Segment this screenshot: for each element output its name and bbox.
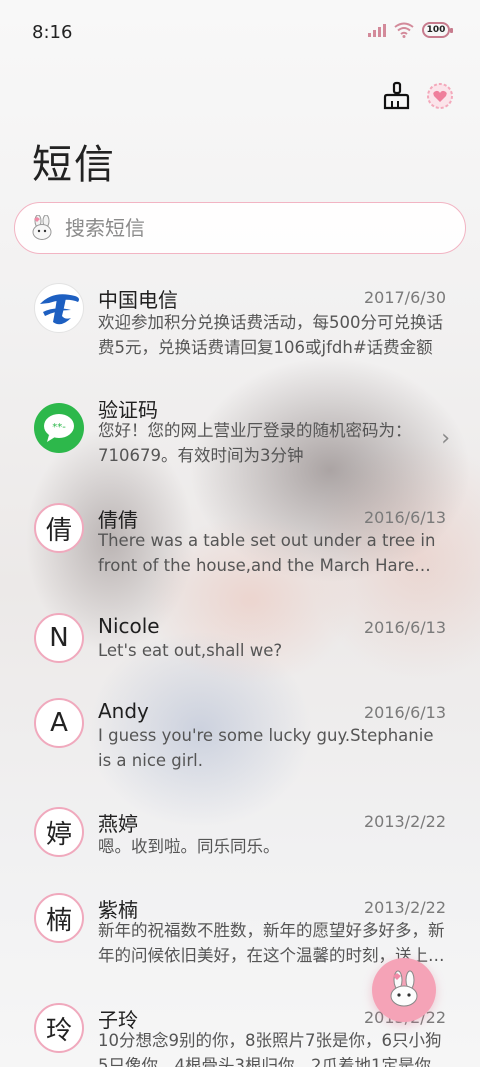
search-bar[interactable] — [14, 202, 466, 254]
message-preview: There was a table set out under a tree i… — [98, 531, 436, 575]
message-preview: I guess you're some lucky guy.Stephanie … — [98, 726, 434, 770]
message-item[interactable]: N Nicole 2016/6/13 Let's eat out,shall w… — [0, 598, 480, 680]
avatar-letter: 玲 — [34, 1003, 84, 1053]
bunny-icon — [32, 215, 52, 240]
message-item[interactable]: A Andy 2016/6/13 I guess you're some luc… — [0, 683, 480, 789]
message-icon: **- — [44, 414, 74, 442]
avatar-message-icon: **- — [34, 403, 84, 453]
message-date: 2013/2/22 — [363, 898, 446, 917]
message-item[interactable]: 倩 倩倩 2016/6/13 There was a table set out… — [0, 488, 480, 594]
signal-icon — [368, 23, 386, 37]
message-date: 2016/6/13 — [363, 508, 446, 527]
avatar-letter: 婷 — [34, 807, 84, 857]
message-preview: 嗯。收到啦。同乐同乐。 — [98, 837, 280, 856]
message-date: 2017/6/30 — [363, 288, 446, 307]
message-date: 2013/2/22 — [363, 812, 446, 831]
message-date: 2016/6/13 — [363, 618, 446, 637]
message-item[interactable]: 中国电信 2017/6/30 欢迎参加积分兑换话费活动，每500分可兑换话费5元… — [0, 268, 480, 374]
avatar-letter: A — [34, 698, 84, 748]
status-icons: 100 — [368, 22, 453, 38]
contact-name: Andy — [98, 699, 149, 723]
message-preview: Let's eat out,shall we? — [98, 641, 283, 660]
message-item[interactable]: **- 验证码 您好！您的网上营业厅登录的随机密码为：710679。有效时间为3… — [0, 378, 480, 484]
heart-badge-icon — [427, 83, 453, 109]
top-toolbar — [0, 70, 480, 120]
contact-name: 中国电信 — [98, 288, 178, 312]
message-preview: 10分想念9别的你，8张照片7张是你，6只小狗5只像你，4根骨头3根归你，2爪着… — [98, 1031, 442, 1067]
avatar-letter: 倩 — [34, 503, 84, 553]
clean-button[interactable] — [378, 78, 414, 114]
status-bar: 8:16 100 — [0, 0, 480, 68]
avatar-letter: 楠 — [34, 893, 84, 943]
message-date: 2016/6/13 — [363, 703, 446, 722]
theme-button[interactable] — [422, 78, 458, 114]
wifi-icon — [394, 22, 414, 38]
battery-icon: 100 — [422, 22, 453, 38]
avatar-telecom-logo — [34, 283, 84, 333]
message-preview: 您好！您的网上营业厅登录的随机密码为：710679。有效时间为3分钟 — [98, 421, 412, 465]
message-item[interactable]: 婷 燕婷 2013/2/22 嗯。收到啦。同乐同乐。 — [0, 792, 480, 874]
avatar-letter: N — [34, 613, 84, 663]
page-title: 短信 — [32, 142, 116, 188]
svg-text:**-: **- — [52, 422, 66, 433]
bunny-icon — [390, 970, 418, 1007]
contact-name: 燕婷 — [98, 812, 138, 836]
status-time: 8:16 — [32, 22, 73, 43]
search-input[interactable] — [65, 216, 445, 240]
chevron-right-icon: › — [441, 426, 450, 451]
message-preview: 欢迎参加积分兑换话费活动，每500分可兑换话费5元，兑换话费请回复106或jfd… — [98, 313, 443, 357]
compose-button[interactable] — [372, 958, 436, 1022]
broom-icon — [383, 81, 410, 110]
contact-name: Nicole — [98, 614, 160, 638]
